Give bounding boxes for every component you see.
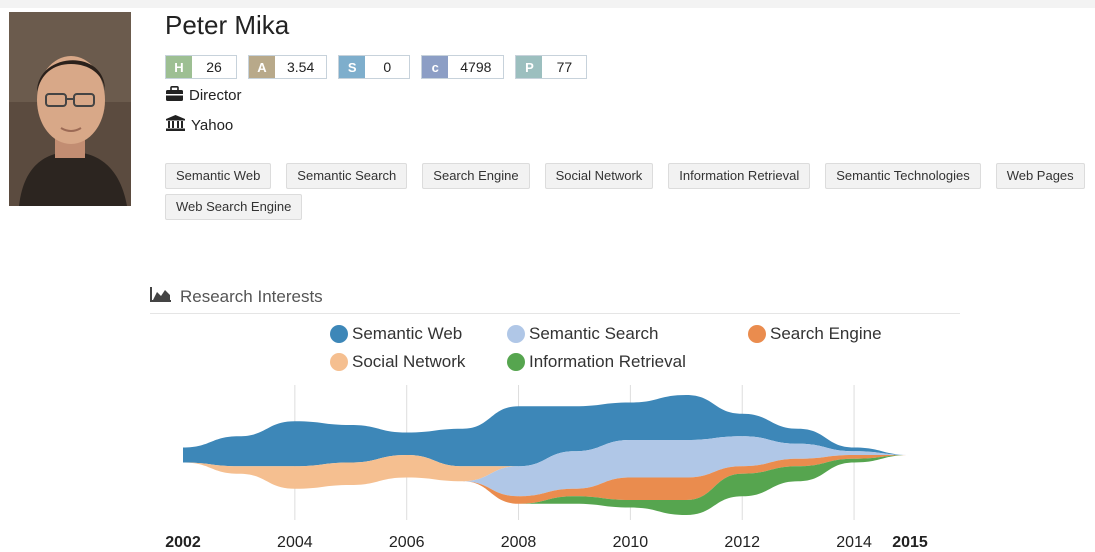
stat-value: 26 xyxy=(206,59,222,75)
x-tick-label: 2002 xyxy=(165,534,201,551)
interest-tag[interactable]: Social Network xyxy=(544,163,654,189)
affiliation-row: Yahoo xyxy=(166,115,233,135)
x-tick-label: 2006 xyxy=(389,534,425,551)
institution-icon xyxy=(166,115,185,135)
stat-badge: S0 xyxy=(338,55,411,79)
legend-swatch xyxy=(330,325,348,343)
legend-swatch xyxy=(507,353,525,371)
x-tick-label: 2004 xyxy=(277,534,313,551)
interest-tag[interactable]: Web Search Engine xyxy=(165,194,303,220)
stat-key: S xyxy=(339,56,366,78)
legend-label: Social Network xyxy=(352,352,466,371)
stat-key: P xyxy=(516,56,543,78)
legend-item[interactable]: Search Engine xyxy=(748,324,882,344)
profile-name: Peter Mika xyxy=(165,10,290,40)
stat-value: 3.54 xyxy=(287,59,315,75)
interest-tag[interactable]: Semantic Technologies xyxy=(825,163,981,189)
interest-tag[interactable]: Semantic Search xyxy=(286,163,408,189)
briefcase-icon xyxy=(166,86,183,105)
legend-item[interactable]: Information Retrieval xyxy=(507,352,686,372)
position-row: Director xyxy=(166,86,242,105)
legend-item[interactable]: Social Network xyxy=(330,352,465,372)
stat-key: A xyxy=(249,56,275,78)
legend-item[interactable]: Semantic Search xyxy=(507,324,658,344)
stat-value: 77 xyxy=(556,59,573,75)
legend-swatch xyxy=(507,325,525,343)
stat-badge: c 4798 xyxy=(421,55,505,79)
x-tick-label: 2008 xyxy=(501,534,537,551)
interest-tags: Semantic Web Semantic Search Search Engine… xyxy=(165,163,1095,220)
research-interests-header: Research Interests xyxy=(150,286,323,307)
research-interests-streamgraph: 2002 2004 2006 2008 2010 2012 2014 2015 xyxy=(165,385,928,551)
stat-value: 4798 xyxy=(460,59,492,75)
stat-key: H xyxy=(166,56,192,78)
stat-badge: A 3.54 xyxy=(248,55,328,79)
legend-swatch xyxy=(748,325,766,343)
legend-label: Semantic Search xyxy=(529,324,659,343)
interest-tag[interactable]: Search Engine xyxy=(422,163,530,189)
position-text: Director xyxy=(189,87,242,104)
legend-label: Search Engine xyxy=(770,324,882,343)
stat-value: 0 xyxy=(383,59,392,75)
profile-photo xyxy=(9,12,131,206)
x-tick-label: 2014 xyxy=(836,534,872,551)
interest-tag[interactable]: Information Retrieval xyxy=(668,163,811,189)
stat-key: c xyxy=(422,56,449,78)
interest-tag[interactable]: Semantic Web xyxy=(165,163,272,189)
legend-label: Semantic Web xyxy=(352,324,463,343)
affiliation-text: Yahoo xyxy=(191,116,234,134)
stat-badge: H 26 xyxy=(165,55,237,79)
research-interests-title: Research Interests xyxy=(180,286,323,306)
top-bar xyxy=(0,0,1095,8)
section-divider xyxy=(150,313,960,314)
stats-row: H 26 A 3.54 S 0 c 4798 P 77 xyxy=(165,55,588,79)
x-tick-label: 2010 xyxy=(613,534,649,551)
x-tick-label: 2012 xyxy=(724,534,760,551)
x-tick-label: 2015 xyxy=(892,534,928,551)
legend-label: Information Retrieval xyxy=(529,352,686,371)
legend-swatch xyxy=(330,353,348,371)
area-chart-icon xyxy=(150,286,172,307)
stat-badge: P 77 xyxy=(515,55,588,79)
interest-tag[interactable]: Web Pages xyxy=(995,163,1085,189)
legend-item[interactable]: Semantic Web xyxy=(330,324,462,344)
